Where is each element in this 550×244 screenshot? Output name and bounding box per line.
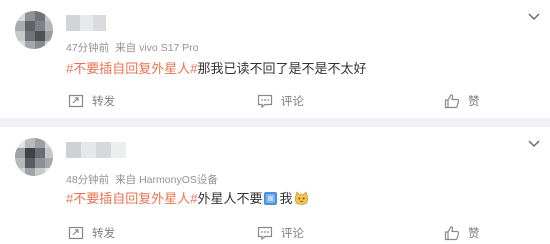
comment-label: 评论: [281, 228, 304, 240]
post-meta: 47分钟前 来自 vivo S17 Pro: [66, 40, 205, 55]
repost-label: 转发: [92, 96, 115, 108]
post-time[interactable]: 48分钟前: [66, 174, 109, 186]
action-bar: 转发 评论 赞: [0, 223, 550, 243]
like-button[interactable]: 赞: [444, 91, 480, 111]
username-redacted[interactable]: [66, 15, 106, 31]
post-source: 来自 HarmonyOS设备: [115, 174, 218, 186]
like-label: 赞: [468, 228, 480, 240]
post-content: #不要插自回复外星人#外星人不要 我: [66, 190, 310, 208]
like-icon: [444, 94, 460, 109]
post-source: 来自 vivo S17 Pro: [115, 42, 199, 54]
blue-block-emoji-icon: [264, 192, 278, 205]
topic-link[interactable]: #不要插自回复外星人#: [66, 61, 197, 76]
like-icon: [444, 226, 460, 241]
comment-button[interactable]: 评论: [257, 91, 304, 111]
repost-icon: [68, 226, 84, 240]
comment-icon: [257, 226, 273, 241]
like-label: 赞: [468, 96, 480, 108]
like-button[interactable]: 赞: [444, 223, 480, 243]
comment-icon: [257, 94, 273, 109]
repost-button[interactable]: 转发: [68, 223, 115, 243]
comment-button[interactable]: 评论: [257, 223, 304, 243]
avatar[interactable]: [15, 11, 53, 49]
feed-divider: [0, 118, 550, 127]
post-time[interactable]: 47分钟前: [66, 42, 109, 54]
repost-label: 转发: [92, 228, 115, 240]
post-text: 那我已读不回了是不是不太好: [197, 61, 367, 76]
chevron-down-icon[interactable]: [526, 8, 542, 24]
avatar[interactable]: [15, 138, 53, 176]
feed-item: 48分钟前 来自 HarmonyOS设备 #不要插自回复外星人#外星人不要 我 转…: [0, 127, 550, 244]
repost-icon: [68, 94, 84, 108]
username-redacted[interactable]: [66, 142, 126, 158]
post-content: #不要插自回复外星人#那我已读不回了是不是不太好: [66, 60, 366, 78]
chevron-down-icon[interactable]: [526, 135, 542, 151]
post-meta: 48分钟前 来自 HarmonyOS设备: [66, 172, 224, 187]
post-text-after: 我: [279, 191, 293, 206]
topic-link[interactable]: #不要插自回复外星人#: [66, 191, 197, 206]
feed-item: 47分钟前 来自 vivo S17 Pro #不要插自回复外星人#那我已读不回了是…: [0, 0, 550, 118]
cat-emoji-icon: [294, 191, 308, 205]
action-bar: 转发 评论 赞: [0, 91, 550, 111]
repost-button[interactable]: 转发: [68, 91, 115, 111]
comment-label: 评论: [281, 96, 304, 108]
post-text: 外星人不要: [197, 191, 263, 206]
